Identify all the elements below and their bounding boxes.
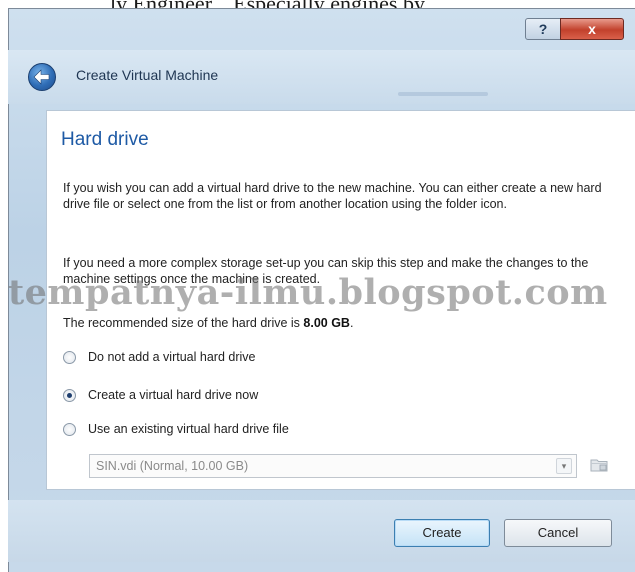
wizard-page: Hard drive If you wish you can add a vir… [46,110,635,490]
option-no-hard-drive[interactable]: Do not add a virtual hard drive [63,348,255,366]
window-title: Create Virtual Machine [76,67,219,83]
recommended-size-value: 8.00 GB [303,316,350,330]
recommended-size-suffix: . [349,316,354,330]
option-no-hard-drive-label: Do not add a virtual hard drive [88,350,256,364]
page-title: Hard drive [61,129,149,150]
existing-file-value: SIN.vdi (Normal, 10.00 GB) [96,459,249,473]
radio-no-hard-drive[interactable] [63,350,76,364]
back-arrow-icon [33,69,50,85]
header-decoration [398,92,488,96]
radio-create-hard-drive[interactable] [63,388,76,402]
help-button[interactable]: ? [525,18,561,40]
back-button[interactable] [28,63,56,91]
cancel-button[interactable]: Cancel [504,519,612,547]
chevron-down-icon[interactable]: ▾ [556,458,572,474]
existing-file-combobox[interactable]: SIN.vdi (Normal, 10.00 GB) ▾ [89,454,577,478]
create-button[interactable]: Create [394,519,490,547]
recommended-size-text: The recommended size of the hard drive i… [63,316,353,330]
option-existing-hard-drive[interactable]: Use an existing virtual hard drive file [63,420,289,438]
intro-paragraph: If you wish you can add a virtual hard d… [63,181,602,211]
option-create-hard-drive[interactable]: Create a virtual hard drive now [63,386,258,404]
option-create-hard-drive-label: Create a virtual hard drive now [88,388,259,402]
choose-file-button[interactable] [588,454,610,476]
close-button[interactable]: x [560,18,624,40]
storage-paragraph: If you need a more complex storage set-u… [63,256,589,286]
option-existing-hard-drive-label: Use an existing virtual hard drive file [88,422,289,436]
radio-existing-hard-drive[interactable] [63,422,76,436]
recommended-size-prefix: The recommended size of the hard drive i… [63,316,304,330]
wizard-header: Create Virtual Machine [8,50,635,104]
wizard-footer: Create Cancel [8,500,635,562]
folder-icon [590,459,608,472]
